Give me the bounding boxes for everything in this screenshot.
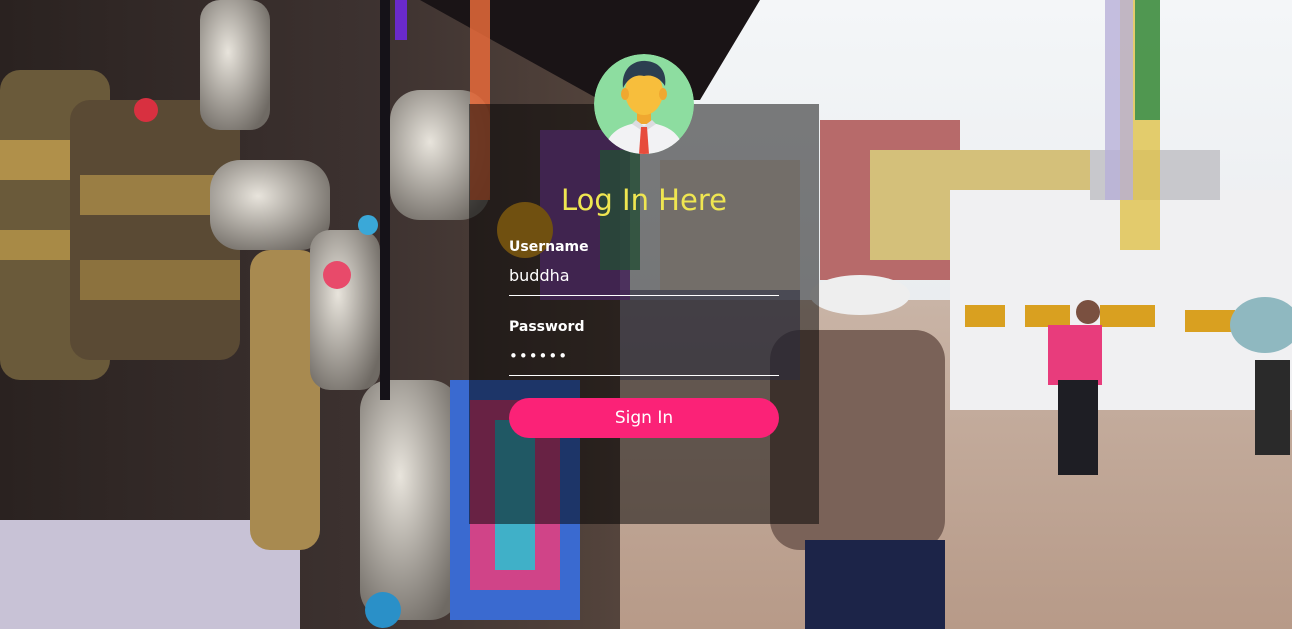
username-field[interactable] [509, 256, 779, 296]
login-form: Username Password Sign In [509, 238, 779, 438]
username-label: Username [509, 239, 589, 255]
password-field[interactable] [509, 336, 779, 376]
page-title: Log In Here [561, 183, 727, 217]
user-avatar-icon [594, 54, 694, 154]
login-box: Log In Here Username Password Sign In [469, 54, 819, 524]
sign-in-button[interactable]: Sign In [509, 398, 779, 438]
password-label: Password [509, 319, 585, 335]
